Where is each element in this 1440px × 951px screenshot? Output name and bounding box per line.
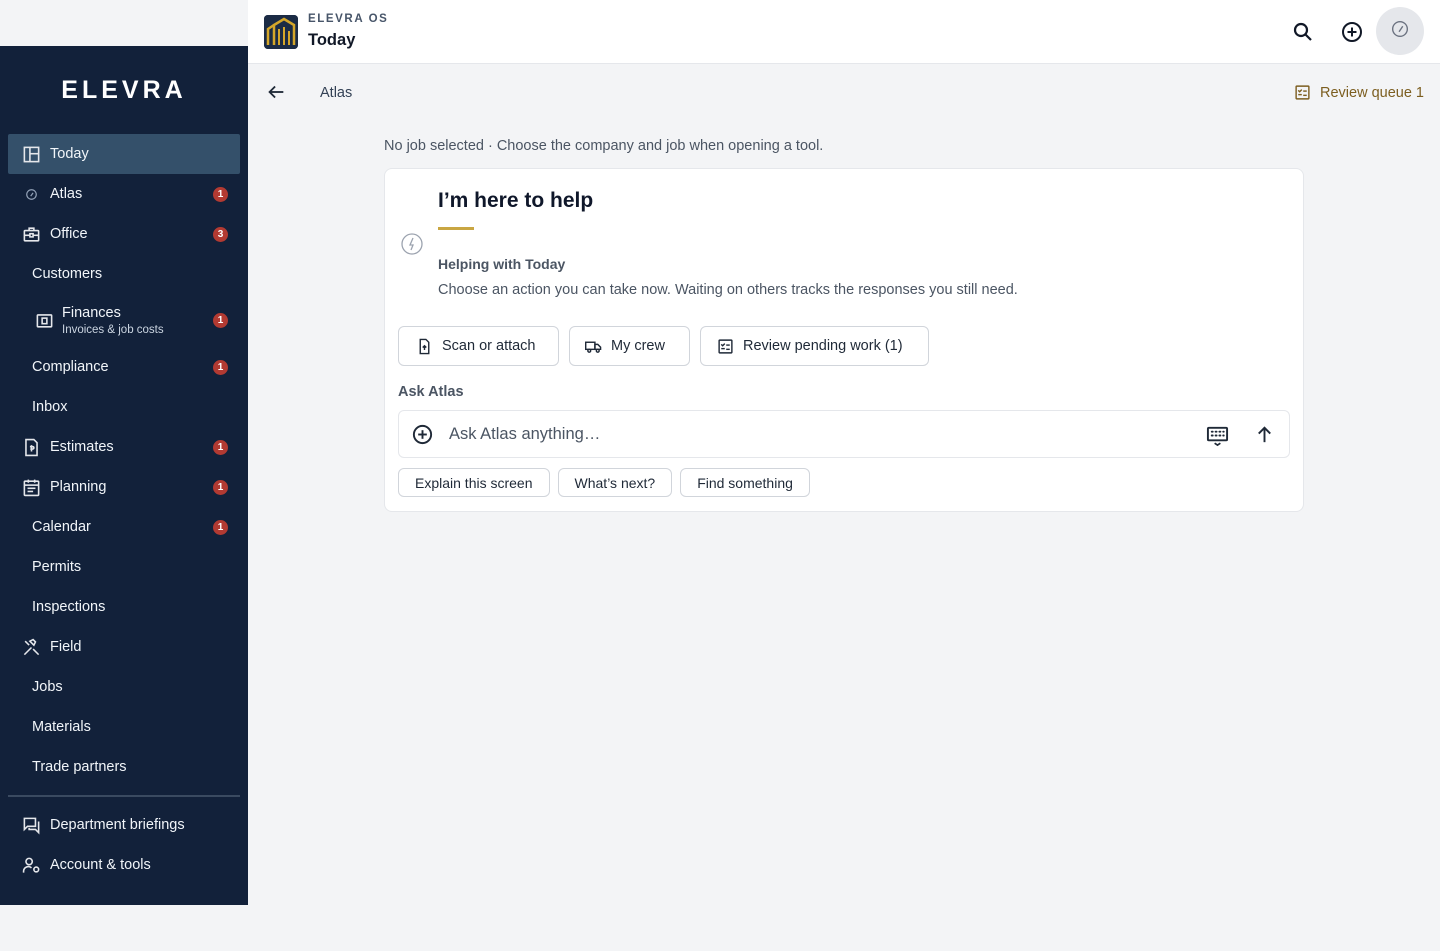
app-name: ELEVRA OS <box>308 13 389 25</box>
sidebar-item-compliance[interactable]: Compliance 1 <box>8 347 240 387</box>
search-icon[interactable] <box>1291 20 1315 44</box>
chip-explain-screen[interactable]: Explain this screen <box>398 468 550 497</box>
quick-actions: Scan or attach My crew Review pending wo… <box>398 326 929 366</box>
sidebar-item-label: Inbox <box>32 399 68 415</box>
sidebar-item-customers[interactable]: Customers <box>8 254 240 294</box>
sidebar-item-label: Field <box>50 639 82 655</box>
sidebar-item-calendar[interactable]: Calendar 1 <box>8 507 240 547</box>
tools-icon <box>22 638 41 657</box>
sidebar-item-label: Estimates <box>50 439 114 455</box>
suggestion-chips: Explain this screen What’s next? Find so… <box>398 468 810 497</box>
count-badge: 1 <box>213 480 228 495</box>
count-badge: 1 <box>213 313 228 328</box>
sidebar-item-permits[interactable]: Permits <box>8 547 240 587</box>
helping-description: Choose an action you can take now. Waiti… <box>438 282 1018 298</box>
sidebar-item-inbox[interactable]: Inbox <box>8 387 240 427</box>
sidebar-item-planning[interactable]: Planning 1 <box>8 467 240 507</box>
sidebar-bottom-spacer <box>0 905 248 951</box>
sidebar-logo: ELEVRA <box>61 76 187 104</box>
sidebar-item-finances[interactable]: Finances Invoices & job costs 1 <box>8 294 240 347</box>
accent-divider <box>438 227 474 230</box>
briefcase-icon <box>22 225 41 244</box>
count-badge: 3 <box>213 227 228 242</box>
atlas-assistant-card: I’m here to help Helping with Today Choo… <box>384 168 1304 512</box>
checklist-icon <box>1294 84 1311 101</box>
app-header: ELEVRA OS Today <box>248 0 1440 64</box>
page-title: Today <box>308 31 356 49</box>
sidebar-item-label: Finances <box>62 305 121 321</box>
sidebar-item-label: Planning <box>50 479 107 495</box>
sidebar-item-label: Trade partners <box>32 759 127 775</box>
count-badge: 1 <box>213 187 228 202</box>
sidebar-item-label: Calendar <box>32 519 91 535</box>
sidebar-item-department-briefings[interactable]: Department briefings <box>8 805 240 845</box>
keyboard-icon[interactable] <box>1206 424 1229 447</box>
job-context-notice: No job selected · Choose the company and… <box>384 138 824 154</box>
calendar-icon <box>22 478 41 497</box>
sidebar-item-inspections[interactable]: Inspections <box>8 587 240 627</box>
sidebar-item-today[interactable]: Today <box>8 134 240 174</box>
back-arrow-icon[interactable] <box>265 81 287 103</box>
breadcrumb: Atlas <box>320 85 353 101</box>
review-pending-work-button[interactable]: Review pending work (1) <box>700 326 929 366</box>
sidebar-item-label: Permits <box>32 559 82 575</box>
count-badge: 1 <box>213 360 228 375</box>
sidebar-item-materials[interactable]: Materials <box>8 707 240 747</box>
truck-icon <box>585 338 611 355</box>
count-badge: 1 <box>213 520 228 535</box>
sidebar-item-label: Compliance <box>32 359 109 375</box>
ask-atlas-box <box>398 410 1290 458</box>
app-logo <box>264 15 298 49</box>
atlas-avatar-button[interactable] <box>1376 7 1424 55</box>
chip-find-something[interactable]: Find something <box>680 468 810 497</box>
scan-or-attach-button[interactable]: Scan or attach <box>398 326 559 366</box>
review-queue-link[interactable]: Review queue 1 <box>1294 84 1424 101</box>
user-settings-icon <box>22 856 41 875</box>
wallet-icon <box>35 311 54 330</box>
sidebar-item-account-tools[interactable]: Account & tools <box>8 845 240 885</box>
checklist-icon <box>717 338 743 355</box>
add-circle-icon[interactable] <box>411 423 434 446</box>
sidebar-item-estimates[interactable]: Estimates 1 <box>8 427 240 467</box>
action-label: Review pending work (1) <box>743 338 903 354</box>
my-crew-button[interactable]: My crew <box>569 326 690 366</box>
sidebar-top-spacer <box>0 0 248 46</box>
helping-label: Helping with Today <box>438 256 566 272</box>
send-arrow-icon[interactable] <box>1253 423 1276 446</box>
card-title: I’m here to help <box>438 189 594 212</box>
chat-icon <box>22 816 41 835</box>
sidebar-item-label: Materials <box>32 719 91 735</box>
sidebar-item-jobs[interactable]: Jobs <box>8 667 240 707</box>
add-circle-icon[interactable] <box>1340 20 1364 44</box>
sidebar-item-atlas[interactable]: Atlas 1 <box>8 174 240 214</box>
sidebar-divider <box>8 795 240 797</box>
compass-icon <box>1389 18 1411 45</box>
sidebar-item-label: Customers <box>32 266 103 282</box>
sidebar-item-sublabel: Invoices & job costs <box>62 324 164 336</box>
compass-icon <box>22 185 41 204</box>
sidebar-item-office[interactable]: Office 3 <box>8 214 240 254</box>
action-label: My crew <box>611 338 665 354</box>
sidebar-item-label: Today <box>50 146 89 162</box>
sidebar-item-label: Account & tools <box>50 857 151 873</box>
sidebar-item-field[interactable]: Field <box>8 627 240 667</box>
review-queue-label: Review queue 1 <box>1320 84 1424 101</box>
action-label: Scan or attach <box>442 338 536 354</box>
compass-icon <box>400 232 424 256</box>
sidebar: ELEVRA Today Atlas 1 Office 3 Customers <box>0 46 248 905</box>
sidebar-item-trade-partners[interactable]: Trade partners <box>8 747 240 787</box>
sidebar-item-label: Inspections <box>32 599 106 615</box>
count-badge: 1 <box>213 440 228 455</box>
sidebar-item-label: Jobs <box>32 679 63 695</box>
sidebar-item-label: Department briefings <box>50 817 185 833</box>
dashboard-icon <box>22 145 41 164</box>
ask-atlas-label: Ask Atlas <box>398 384 464 400</box>
ask-atlas-input[interactable] <box>449 419 1189 449</box>
upload-file-icon <box>416 338 442 355</box>
sidebar-item-label: Office <box>50 226 88 242</box>
sidebar-item-label: Atlas <box>50 186 83 202</box>
invoice-icon <box>22 438 41 457</box>
chip-whats-next[interactable]: What’s next? <box>557 468 673 497</box>
